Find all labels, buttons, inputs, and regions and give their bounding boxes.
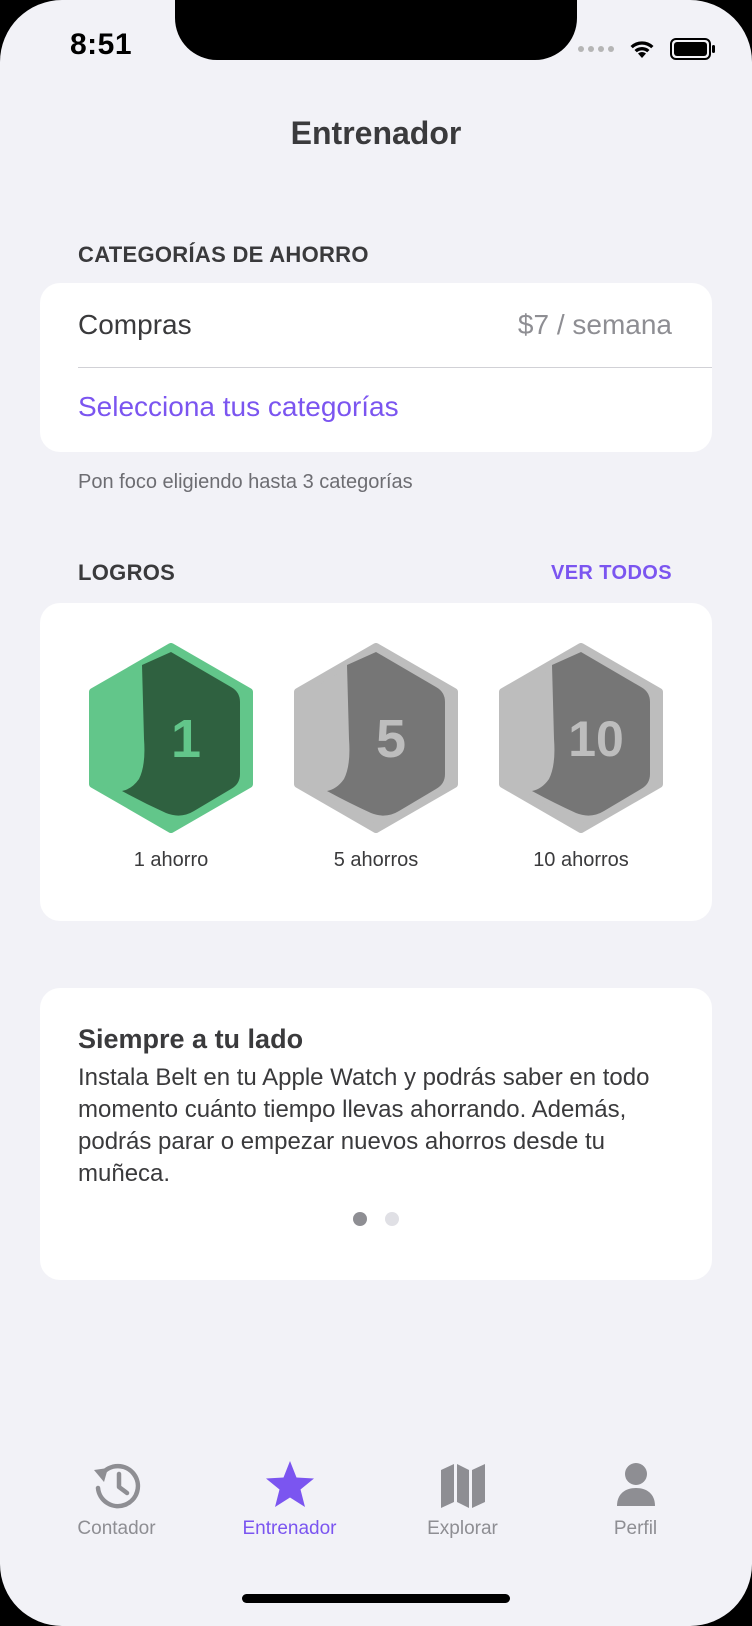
achievement-badge[interactable]: 1 1 ahorro — [86, 643, 256, 872]
badge-label: 5 ahorros — [333, 849, 419, 871]
status-icons — [578, 38, 716, 60]
achievement-badge[interactable]: 5 5 ahorros — [291, 643, 461, 872]
page-dot[interactable] — [385, 1212, 399, 1226]
hexagon-badge-icon: 5 — [294, 643, 458, 833]
page-title: Entrenador — [290, 115, 462, 151]
badge-label: 1 ahorro — [133, 849, 209, 871]
hexagon-badge-icon: 1 — [89, 643, 253, 833]
page-dot[interactable] — [353, 1212, 367, 1226]
select-categories-link[interactable]: Selecciona tus categorías — [78, 391, 399, 423]
star-icon — [265, 1461, 314, 1507]
promo-title: Siempre a tu lado — [78, 1024, 304, 1054]
achievement-badge[interactable]: 10 10 ahorros — [496, 643, 666, 872]
tab-label: Entrenador — [242, 1518, 337, 1539]
promo-body: Instala Belt en tu Apple Watch y podrás … — [78, 1064, 650, 1187]
badge-number: 1 — [171, 709, 201, 769]
promo-card[interactable]: Siempre a tu lado Instala Belt en tu App… — [40, 988, 712, 1280]
achievements-card: 1 1 ahorro 5 5 ahorros 10 10 ahorros — [40, 603, 712, 921]
app-screen: 8:51 Entrenador CATEGORÍAS DE AHORRO Com… — [0, 0, 752, 1626]
status-time: 8:51 — [70, 28, 133, 61]
tab-label: Contador — [77, 1518, 156, 1539]
home-indicator[interactable] — [242, 1594, 510, 1603]
tab-label: Perfil — [613, 1518, 658, 1539]
tab-contador[interactable]: Contador — [42, 1460, 192, 1540]
see-all-achievements-link[interactable]: VER TODOS — [551, 562, 672, 585]
battery-icon — [670, 38, 715, 60]
tab-bar: Contador Entrenador Explorar Perfil — [0, 1460, 752, 1540]
badge-number: 5 — [376, 709, 406, 769]
badges-row: 1 1 ahorro 5 5 ahorros 10 10 ahorros — [40, 643, 712, 872]
category-name: Compras — [78, 309, 192, 340]
tab-explorar[interactable]: Explorar — [388, 1460, 538, 1540]
page-control[interactable] — [40, 1212, 712, 1226]
savings-categories-card: Compras $7 / semana Selecciona tus categ… — [40, 283, 712, 452]
tab-entrenador[interactable]: Entrenador — [215, 1460, 365, 1540]
badge-label: 10 ahorros — [533, 849, 629, 871]
badge-number: 10 — [568, 711, 624, 767]
hexagon-badge-icon: 10 — [499, 643, 663, 833]
category-value: $7 / semana — [517, 309, 672, 340]
tab-perfil[interactable]: Perfil — [561, 1460, 711, 1540]
history-clock-icon — [93, 1463, 140, 1509]
notch — [175, 0, 577, 60]
categories-footnote: Pon foco eligiendo hasta 3 categorías — [78, 471, 413, 493]
wifi-icon — [630, 41, 654, 58]
cellular-signal-icon — [578, 46, 614, 52]
map-icon — [440, 1464, 485, 1508]
tab-label: Explorar — [427, 1518, 498, 1539]
category-row[interactable]: Compras $7 / semana — [78, 309, 672, 341]
person-icon — [616, 1463, 655, 1506]
savings-categories-header: CATEGORÍAS DE AHORRO — [78, 242, 369, 267]
achievements-header: LOGROS — [78, 560, 176, 585]
divider — [78, 367, 712, 368]
